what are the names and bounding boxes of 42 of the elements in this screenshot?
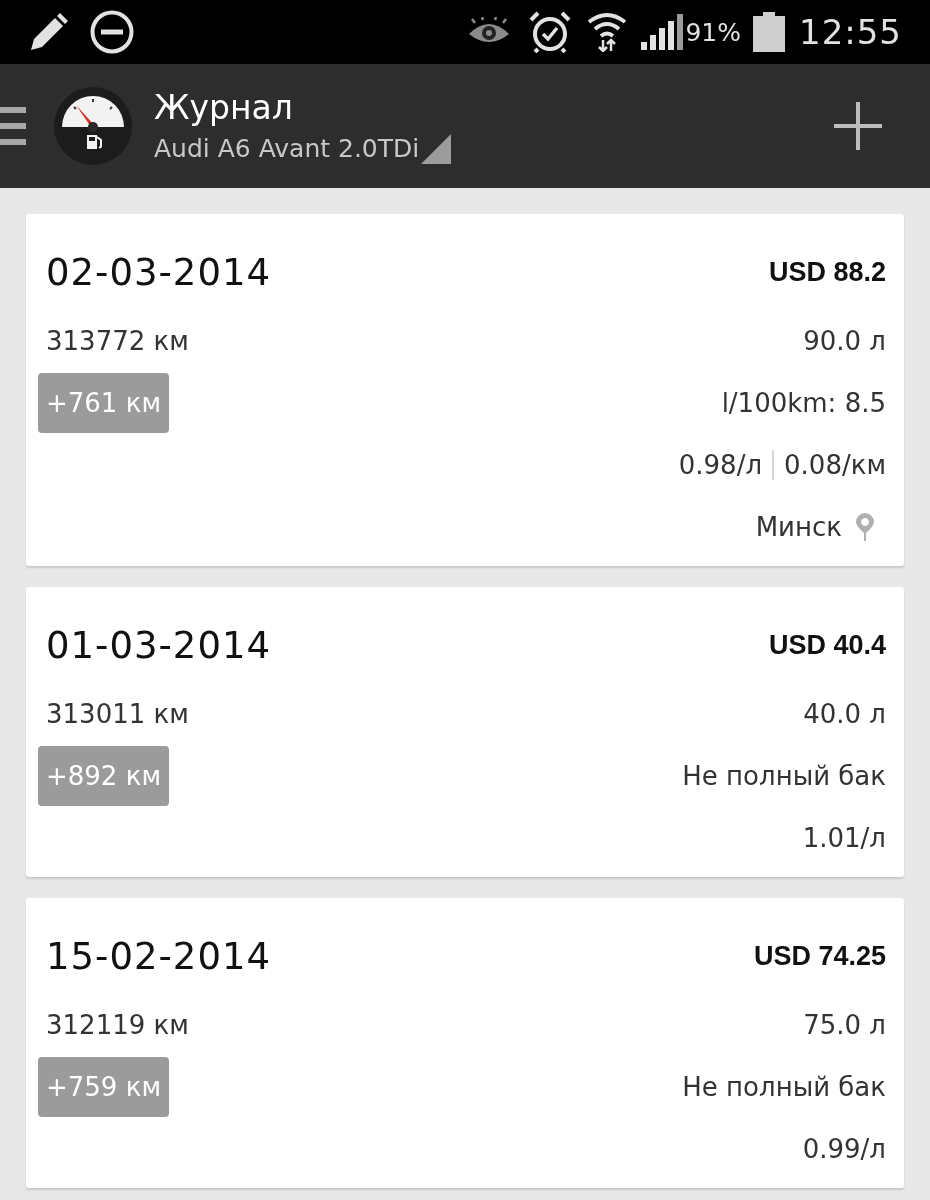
odometer-reading: 313011 км — [46, 699, 189, 729]
fuel-volume: 40.0 л — [803, 699, 886, 729]
do-not-disturb-icon — [90, 10, 134, 54]
unit-price: 0.99/л — [802, 1134, 886, 1164]
fuel-entry-card[interactable]: 02-03-2014 313772 км +761 км USD 88.2 90.0 л l/100km: 8.5 0.98/л 0.08/км Минск — [26, 214, 904, 566]
battery-percentage: 91% — [685, 17, 741, 47]
unit-price: 1.01/л — [802, 823, 886, 853]
distance-badge: +759 км — [38, 1057, 169, 1117]
odometer-reading: 312119 км — [46, 1010, 189, 1040]
odometer-reading: 313772 км — [46, 326, 189, 356]
entry-date: 15-02-2014 — [46, 934, 272, 978]
location-pin-icon — [856, 513, 874, 541]
location-text: Минск — [755, 512, 842, 542]
alarm-clock-icon — [529, 11, 572, 53]
note-text: Не полный бак — [682, 1072, 886, 1102]
consumption-text: l/100km: 8.5 — [721, 388, 886, 418]
unit-price: 0.08/км — [784, 450, 886, 480]
menu-icon[interactable] — [0, 107, 26, 145]
clock-time: 12:55 — [799, 12, 902, 52]
distance-badge: +892 км — [38, 746, 169, 806]
note-text: Не полный бак — [682, 761, 886, 791]
gauge-logo-icon — [54, 87, 132, 165]
screen-title: Журнал — [154, 88, 294, 128]
unit-price: 0.98/л — [678, 450, 763, 480]
signal-icon — [641, 14, 684, 50]
fuel-entry-card[interactable]: 15-02-2014 312119 км +759 км USD 74.25 75.0 л Не полный бак 0.99/л — [26, 898, 904, 1188]
vehicle-selector[interactable]: Audi A6 Avant 2.0TDi — [154, 134, 452, 164]
fuel-volume: 90.0 л — [803, 326, 886, 356]
entry-date: 02-03-2014 — [46, 250, 272, 294]
total-cost: USD 40.4 — [768, 629, 886, 661]
fuel-volume: 75.0 л — [803, 1010, 886, 1040]
entry-date: 01-03-2014 — [46, 623, 272, 667]
add-button[interactable] — [834, 102, 882, 150]
plus-icon — [834, 102, 882, 150]
total-cost: USD 74.25 — [753, 940, 886, 972]
distance-badge: +761 км — [38, 373, 169, 433]
battery-icon — [753, 12, 785, 52]
dropdown-corner-icon — [421, 134, 452, 164]
wifi-icon — [587, 12, 628, 52]
fuel-entry-card[interactable]: 01-03-2014 313011 км +892 км USD 40.4 40.0 л Не полный бак 1.01/л — [26, 587, 904, 877]
total-cost: USD 88.2 — [768, 256, 886, 288]
pencil-icon — [30, 13, 70, 51]
